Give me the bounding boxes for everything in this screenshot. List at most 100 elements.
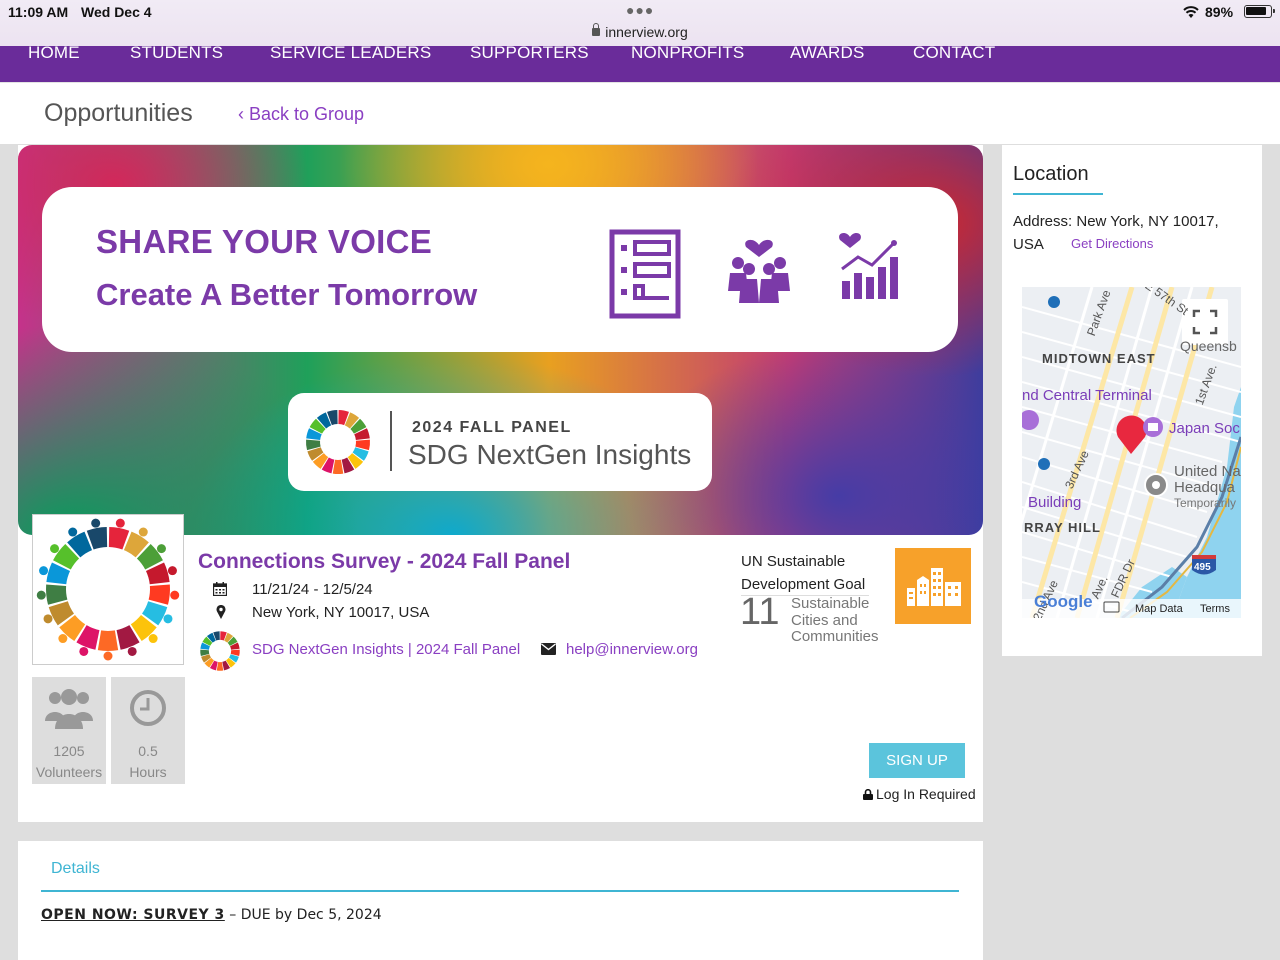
sdg-wheel-segment [46, 584, 68, 605]
survey-form-icon [609, 229, 681, 319]
nav-contact[interactable]: CONTACT [913, 43, 995, 63]
sdg-person-head [170, 590, 180, 600]
details-card: Details OPEN NOW: SURVEY 3 – DUE by Dec … [18, 841, 983, 960]
envelope-icon [541, 643, 556, 655]
map-label-murray-hill: RRAY HILL [1024, 520, 1101, 535]
get-directions-link[interactable]: Get Directions [1071, 236, 1153, 251]
volunteers-stat: 1205 Volunteers [32, 677, 106, 784]
banner-headline: SHARE YOUR VOICE [96, 223, 433, 260]
details-headline: OPEN NOW: SURVEY 3 [41, 907, 225, 923]
lock-icon [592, 23, 601, 36]
sdg-person-head [156, 544, 166, 554]
opportunity-title: Connections Survey - 2024 Fall Panel [198, 550, 571, 573]
wifi-icon [1183, 6, 1199, 18]
nav-students[interactable]: STUDENTS [130, 43, 223, 63]
panel-divider [390, 411, 392, 471]
hours-stat: 0.5 Hours [111, 677, 185, 784]
tab-details[interactable]: Details [51, 860, 100, 878]
url-text: innerview.org [605, 24, 688, 40]
details-due: – DUE by Dec 5, 2024 [224, 907, 382, 923]
sdg-person-head [138, 527, 148, 537]
sdg-name-line3: Communities [791, 628, 879, 645]
sdg-person-head [167, 566, 177, 576]
back-to-group-link[interactable]: ‹ Back to Group [238, 104, 364, 125]
google-logo: Google [1034, 592, 1093, 611]
sdg-name-line1: Sustainable [791, 595, 870, 612]
sdg-name-line2: Cities and [791, 611, 858, 629]
opportunity-card: SHARE YOUR VOICE Create A Better Tomorro… [18, 145, 983, 822]
map-label-un-line3: Temporarily [1174, 496, 1237, 510]
location-title: Location [1013, 163, 1089, 185]
location-map[interactable]: Park Ave E 57th St Queensb MIDTOWN EAST … [1022, 287, 1241, 618]
sdg-person-head [163, 614, 173, 624]
group-link[interactable]: SDG NextGen Insights | 2024 Fall Panel [252, 641, 520, 658]
sdg-person-head [91, 518, 101, 528]
map-label-queensboro: Queensb [1180, 338, 1237, 354]
contact-email-link[interactable]: help@innerview.org [566, 641, 698, 658]
sdg-person-head [115, 518, 125, 528]
sdg-person-head [43, 614, 53, 624]
map-data-link[interactable]: Map Data [1135, 603, 1183, 615]
map-label-i495: 495 [1194, 562, 1211, 573]
sdg-wheel-segment [148, 584, 170, 605]
hours-count: 0.5 [138, 743, 158, 759]
sdg-person-head [58, 634, 68, 644]
sdg-person-head [79, 646, 89, 656]
login-required-text: Log In Required [876, 786, 976, 802]
map-label-japan-society: Japan Soc [1169, 420, 1240, 437]
map-label-midtown-east: MIDTOWN EAST [1042, 351, 1156, 366]
map-label-grand-central: nd Central Terminal [1022, 387, 1152, 404]
login-required-note: Log In Required [863, 786, 976, 802]
nav-awards[interactable]: AWARDS [790, 43, 865, 63]
status-bar: 11:09 AM Wed Dec 4 ●●● innerview.org 89% [0, 0, 1280, 46]
address-bar[interactable]: innerview.org [0, 23, 1280, 40]
sdg-person-head [103, 651, 113, 661]
sdg-label-line1: UN Sustainable [741, 553, 846, 570]
clock-icon [130, 690, 166, 726]
sign-up-button[interactable]: SIGN UP [869, 743, 965, 778]
main-nav: HOME STUDENTS SERVICE LEADERS SUPPORTERS… [0, 43, 1280, 82]
status-date: Wed Dec 4 [81, 4, 152, 20]
growth-chart-icon [839, 233, 898, 299]
details-body: OPEN NOW: SURVEY 3 – DUE by Dec 5, 2024 [41, 907, 382, 923]
map-label-un-line1: United Na [1174, 463, 1241, 480]
sdg-wheel-segment [216, 661, 224, 671]
nav-service-leaders[interactable]: SERVICE LEADERS [270, 43, 431, 63]
sdg-person-head [68, 527, 78, 537]
sdg-wheel-icon [306, 410, 370, 474]
calendar-icon [213, 582, 227, 596]
community-heart-icon [728, 239, 790, 303]
opportunity-banner: SHARE YOUR VOICE Create A Better Tomorro… [18, 145, 983, 535]
details-tab-underline [41, 890, 959, 892]
group-sdg-wheel-icon [200, 631, 240, 671]
lock-icon [863, 788, 873, 800]
sdg-number: 11 [740, 591, 780, 633]
nav-home[interactable]: HOME [28, 43, 80, 63]
location-title-underline [1013, 193, 1103, 195]
location-card: Location Address: New York, NY 10017, US… [1002, 145, 1262, 656]
sdg-goal-tile[interactable] [895, 548, 971, 624]
map-terms-link[interactable]: Terms [1200, 603, 1230, 615]
banner-message-box: SHARE YOUR VOICE Create A Better Tomorro… [42, 187, 958, 352]
sdg-label: UN Sustainable Development Goal [741, 550, 865, 596]
map-label-building: Building [1028, 494, 1082, 511]
opportunity-dates: 11/21/24 - 12/5/24 [252, 581, 373, 598]
battery-percent: 89% [1205, 4, 1234, 20]
more-dots-icon[interactable]: ●●● [626, 2, 654, 18]
map-marker-icon [216, 605, 226, 619]
nav-nonprofits[interactable]: NONPROFITS [631, 43, 744, 63]
opportunity-location: New York, NY 10017, USA [252, 604, 430, 621]
panel-name: SDG NextGen Insights [408, 439, 692, 470]
page-title: Opportunities [44, 99, 193, 127]
sub-header: Opportunities ‹ Back to Group [0, 82, 1280, 144]
sdg-wheel-segment [97, 630, 119, 651]
panel-badge: 2024 FALL PANEL SDG NextGen Insights [288, 393, 712, 491]
nav-supporters[interactable]: SUPPORTERS [470, 43, 589, 63]
city-buildings-icon [907, 568, 961, 606]
organization-logo [32, 514, 184, 665]
sdg-person-head [148, 634, 158, 644]
hours-label: Hours [129, 764, 167, 780]
sdg-person-head [50, 544, 60, 554]
people-icon [45, 689, 93, 729]
panel-season: 2024 FALL PANEL [412, 419, 572, 436]
